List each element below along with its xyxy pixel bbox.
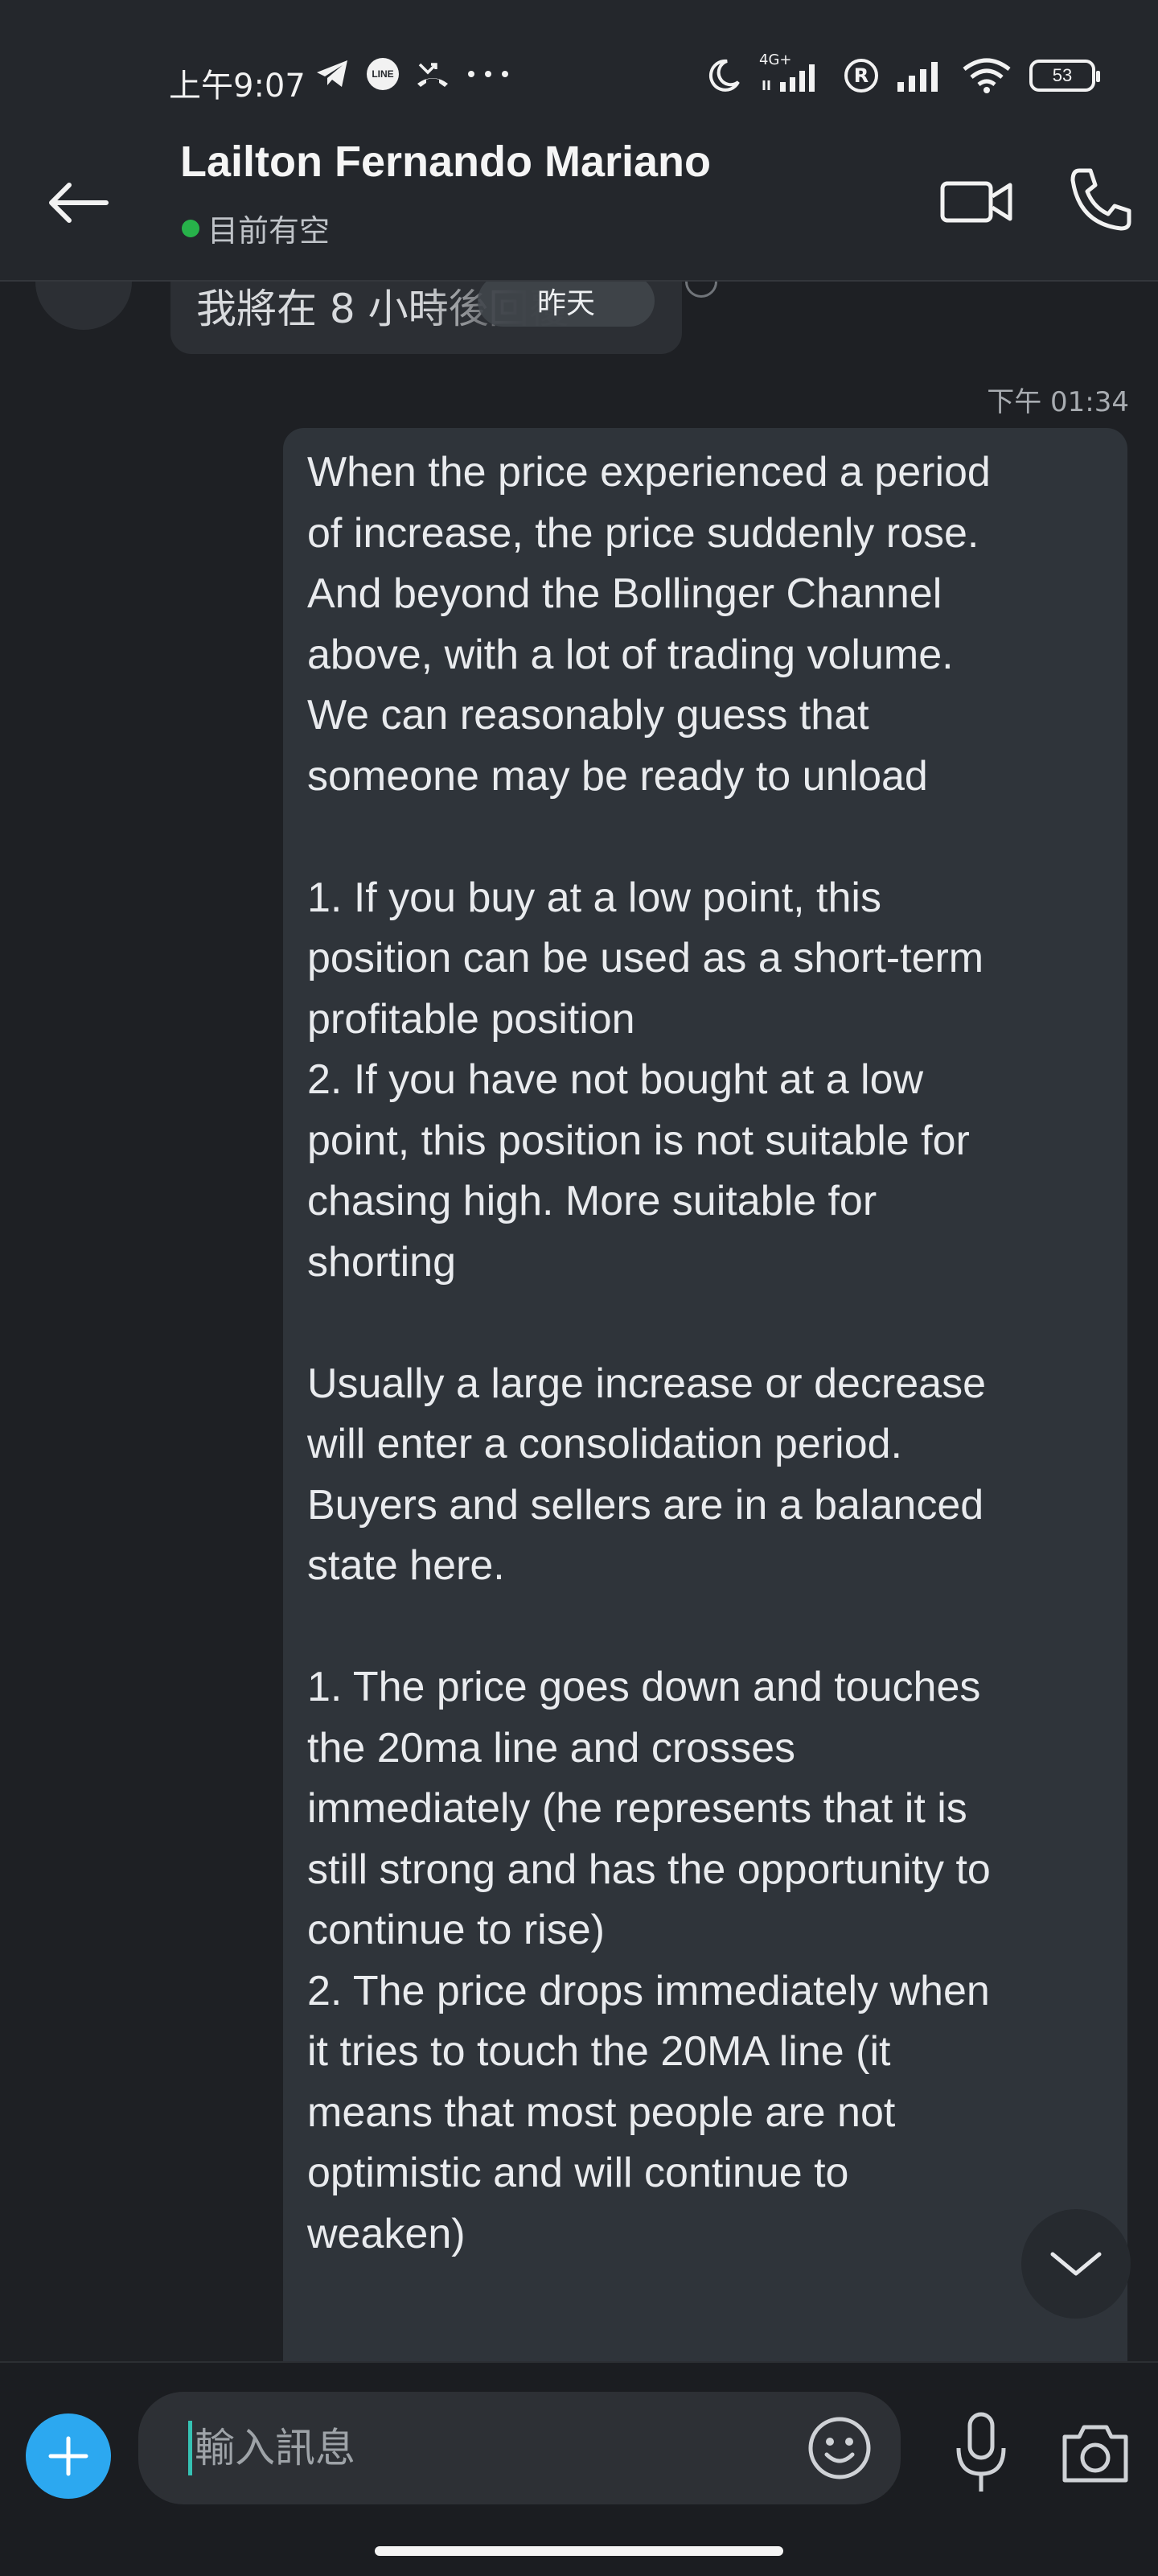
arrow-left-icon [49,183,109,223]
message-composer [0,2361,1158,2576]
battery-indicator: 53 [1029,60,1100,92]
line-app-icon: LINE [367,58,399,90]
emoji-icon [808,2417,871,2479]
home-indicator[interactable] [375,2546,783,2556]
phone-call-icon [1070,168,1131,231]
presence-status: 目前有空 [182,206,330,250]
add-attachment-button[interactable] [26,2413,111,2499]
notification-icons: LINE [315,58,510,90]
microphone-icon [956,2412,1006,2492]
camera-icon [1062,2425,1128,2483]
message-input-container[interactable] [138,2392,901,2504]
emoji-button[interactable] [806,2414,873,2482]
outgoing-message-text: When the price experienced a period of i… [307,449,991,2257]
roaming-icon: R [844,59,878,93]
system-status-icons: 4G+ R 53 [706,53,1100,93]
chat-header: Lailton Fernando Mariano 目前有空 [0,129,1158,282]
missed-call-icon [415,58,450,90]
message-status-icon [685,282,717,298]
do-not-disturb-moon-icon [706,58,741,93]
voice-message-button[interactable] [949,2409,1013,2498]
contact-avatar[interactable] [35,282,132,330]
back-button[interactable] [39,163,119,243]
message-input[interactable] [188,2392,774,2504]
status-time: 上午9:07 [169,68,306,105]
more-notifications-icon [466,69,510,79]
date-divider: 昨天 [478,282,655,327]
video-call-button[interactable] [938,161,1018,241]
battery-level: 53 [1052,65,1073,85]
cellular-4g-icon: 4G+ [759,53,827,93]
presence-text: 目前有空 [207,213,331,249]
chevron-down-icon [1050,2252,1102,2276]
plus-icon [48,2436,88,2476]
scroll-to-bottom-button[interactable] [1021,2209,1131,2319]
voice-call-button[interactable] [1062,159,1142,240]
wifi-icon [962,58,1012,93]
message-timestamp: 下午 01:34 [987,386,1129,418]
cellular-signal-icon [896,60,944,92]
contact-name[interactable]: Lailton Fernando Mariano [180,137,711,187]
telegram-icon [315,58,351,90]
video-call-icon [940,181,1012,223]
message-list[interactable]: 我將在 8 小時後回覆 昨天 下午 01:34 When the price e… [0,282,1158,2361]
presence-dot [182,219,199,237]
camera-button[interactable] [1058,2416,1132,2490]
network-type-label: 4G+ [759,51,792,68]
